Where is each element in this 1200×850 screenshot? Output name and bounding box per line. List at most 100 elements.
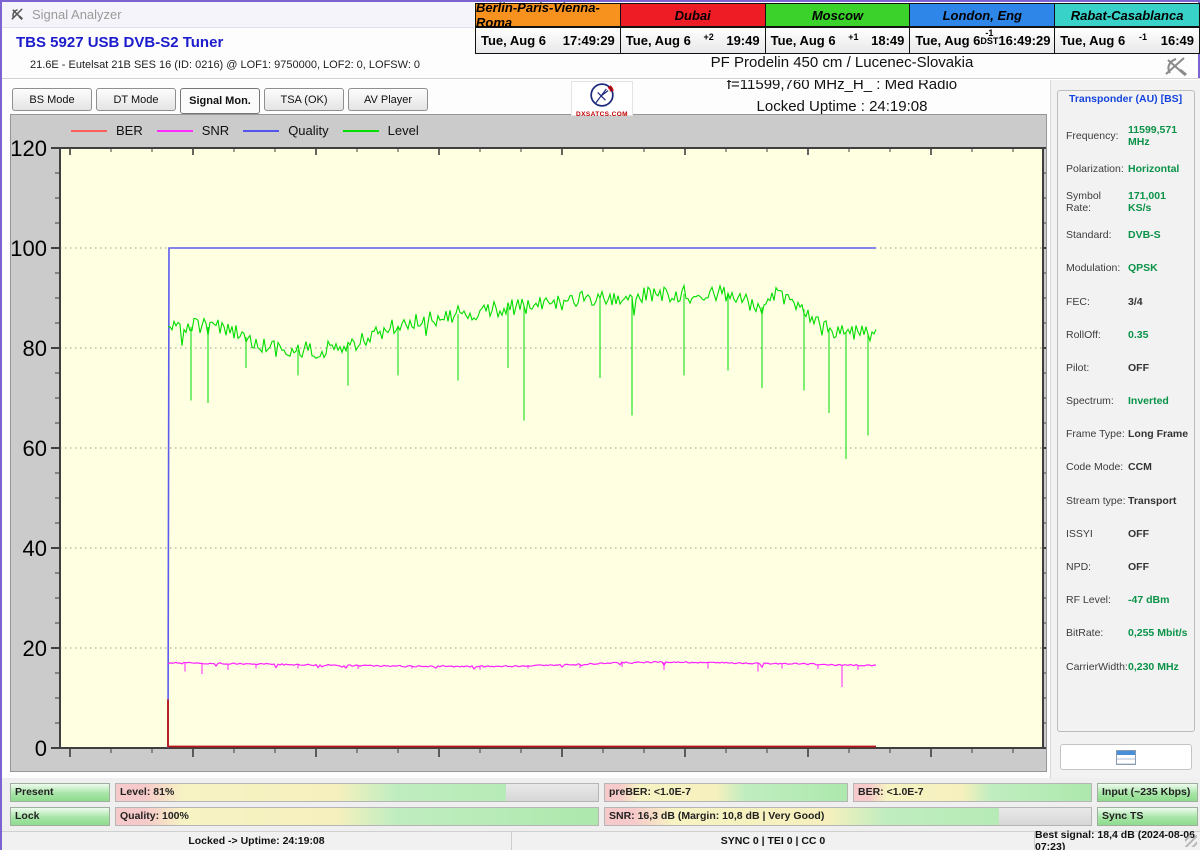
- title-bar: Signal Analyzer: [2, 2, 474, 28]
- tab-dt-mode[interactable]: DT Mode: [96, 88, 176, 111]
- clock-date: Tue, Aug 6: [1060, 33, 1125, 48]
- field-label: Modulation:: [1066, 262, 1128, 274]
- field-label: Frame Type:: [1066, 428, 1128, 440]
- field-label: Spectrum:: [1066, 395, 1128, 407]
- transponder-row-spectrum-: Spectrum:Inverted: [1066, 385, 1190, 418]
- statusbar-best-signal: Best signal: 18,4 dB (2024-08-06 07:23): [1035, 832, 1200, 850]
- transponder-row-pilot-: Pilot:OFF: [1066, 351, 1190, 384]
- field-value: 171,001 KS/s: [1128, 190, 1190, 214]
- world-clocks: Berlin-Paris-Vienna-RomaTue, Aug 617:49:…: [476, 3, 1200, 54]
- svg-text:60: 60: [23, 436, 47, 461]
- transponder-row-carrierwidth-: CarrierWidth:0,230 MHz: [1066, 650, 1190, 683]
- clock-date: Tue, Aug 6: [481, 33, 546, 48]
- clock-moscow: MoscowTue, Aug 6+118:49: [765, 3, 911, 54]
- clock-time: 16:49: [1161, 33, 1194, 48]
- field-label: RollOff:: [1066, 329, 1128, 341]
- clock-rabat-casablanca: Rabat-CasablancaTue, Aug 6-116:49: [1054, 3, 1200, 54]
- transponder-rows: Frequency:11599,571 MHzPolarization:Hori…: [1066, 119, 1190, 683]
- statusbar-sync-counters: SYNC 0 | TEI 0 | CC 0: [512, 832, 1035, 850]
- clock-time: 18:49: [871, 33, 904, 48]
- clock-date: Tue, Aug 6: [771, 33, 836, 48]
- tuner-name: TBS 5927 USB DVB-S2 Tuner: [16, 34, 223, 51]
- transponder-row-modulation-: Modulation:QPSK: [1066, 252, 1190, 285]
- field-value: OFF: [1128, 528, 1149, 540]
- field-label: Polarization:: [1066, 163, 1128, 175]
- transponder-row-symbol-rate-: Symbol Rate:171,001 KS/s: [1066, 185, 1190, 218]
- field-value: 0,255 Mbit/s: [1128, 627, 1188, 639]
- field-label: NPD:: [1066, 561, 1128, 573]
- clock-date: Tue, Aug 6: [915, 33, 980, 48]
- indicator-lock: Lock: [10, 807, 110, 826]
- site-line-antenna: PF Prodelin 450 cm / Lucenec-Slovakia: [562, 52, 1122, 74]
- tab-signal-mon-[interactable]: Signal Mon.: [180, 88, 260, 114]
- field-label: BitRate:: [1066, 627, 1128, 639]
- svg-text:80: 80: [23, 336, 47, 361]
- transponder-title: Transponder (AU) [BS]: [1066, 93, 1185, 105]
- chart-legend: BERSNRQualityLevel: [71, 123, 419, 138]
- field-label: Standard:: [1066, 229, 1128, 241]
- clock-time-row: Tue, Aug 6+118:49: [766, 28, 910, 53]
- header-divider: [2, 78, 1200, 80]
- field-label: CarrierWidth:: [1066, 661, 1128, 673]
- clock-city-label: London, Eng: [910, 4, 1054, 28]
- field-value: Inverted: [1128, 395, 1169, 407]
- legend-swatch-snr: [157, 130, 193, 132]
- status-meters: PresentLevel: 81%preBER: <1.0E-7BER: <1.…: [2, 778, 1200, 831]
- field-label: Pilot:: [1066, 362, 1128, 374]
- field-label: Stream type:: [1066, 495, 1128, 507]
- tab-tsa-ok-[interactable]: TSA (OK): [264, 88, 344, 111]
- meter-preber: preBER: <1.0E-7: [604, 783, 848, 802]
- field-value: Long Frame: [1128, 428, 1188, 440]
- field-label: RF Level:: [1066, 594, 1128, 606]
- tab-bs-mode[interactable]: BS Mode: [12, 88, 92, 111]
- field-value: DVB-S: [1128, 229, 1161, 241]
- meter-label: Level: 81%: [120, 786, 174, 798]
- meter-label: preBER: <1.0E-7: [609, 786, 691, 798]
- meter-snr: SNR: 16,3 dB (Margin: 10,8 dB | Very Goo…: [604, 807, 1092, 826]
- legend-label: BER: [116, 123, 143, 138]
- clock-berlin-paris-vienna-roma: Berlin-Paris-Vienna-RomaTue, Aug 617:49:…: [475, 3, 621, 54]
- meter-unfilled: [999, 808, 1091, 825]
- transponder-row-code-mode-: Code Mode:CCM: [1066, 451, 1190, 484]
- clock-city-label: Moscow: [766, 4, 910, 28]
- statusbar-lock-uptime: Locked -> Uptime: 24:19:08: [2, 832, 512, 850]
- meter-label: Quality: 100%: [120, 810, 189, 822]
- transponder-row-bitrate-: BitRate:0,255 Mbit/s: [1066, 617, 1190, 650]
- field-value: CCM: [1128, 461, 1152, 473]
- stream-list-button[interactable]: [1060, 744, 1192, 770]
- legend-label: SNR: [202, 123, 229, 138]
- field-value: -47 dBm: [1128, 594, 1169, 606]
- list-window-icon: [1116, 750, 1136, 765]
- signal-chart-box: BERSNRQualityLevel 020406080100120: [10, 114, 1047, 772]
- indicator-sync-ts: Sync TS: [1097, 807, 1198, 826]
- dxsatcs-logo-icon: [589, 82, 615, 108]
- transponder-row-rolloff-: RollOff:0.35: [1066, 318, 1190, 351]
- field-value: OFF: [1128, 362, 1149, 374]
- legend-label: Quality: [288, 123, 328, 138]
- legend-item-ber: BER: [71, 123, 143, 138]
- meter-label: SNR: 16,3 dB (Margin: 10,8 dB | Very Goo…: [609, 810, 824, 822]
- signal-analyzer-window: Signal Analyzer Berlin-Paris-Vienna-Roma…: [0, 0, 1200, 850]
- signal-chart: 020406080100120: [11, 115, 1046, 771]
- field-value: Transport: [1128, 495, 1176, 507]
- clock-time-row: Tue, Aug 6-1DST16:49:29: [910, 28, 1054, 53]
- clock-date: Tue, Aug 6: [626, 33, 691, 48]
- meter-unfilled: [506, 784, 598, 801]
- meter-row-2: Lock Quality: 100% SNR: 16,3 dB (Margin: 1…: [10, 807, 1198, 826]
- status-bar: Locked -> Uptime: 24:19:08 SYNC 0 | TEI …: [2, 831, 1200, 850]
- field-value: 3/4: [1128, 296, 1143, 308]
- field-value: QPSK: [1128, 262, 1158, 274]
- resize-grip[interactable]: [1185, 835, 1197, 847]
- meter-row-1: PresentLevel: 81%preBER: <1.0E-7BER: <1.…: [10, 783, 1198, 802]
- clock-time-row: Tue, Aug 6-116:49: [1055, 28, 1199, 53]
- svg-text:100: 100: [11, 236, 47, 261]
- field-label: Code Mode:: [1066, 461, 1128, 473]
- clock-utc-offset: +2: [691, 33, 727, 41]
- dxsatcs-logo-text: DXSATCS.COM: [572, 111, 632, 118]
- transponder-row-fec-: FEC:3/4: [1066, 285, 1190, 318]
- indicator-present: Present: [10, 783, 110, 802]
- clock-city-label: Berlin-Paris-Vienna-Roma: [476, 4, 620, 28]
- tab-av-player[interactable]: AV Player: [348, 88, 428, 111]
- dxsatcs-logo: DXSATCS.COM: [571, 81, 633, 116]
- clock-dubai: DubaiTue, Aug 6+219:49: [620, 3, 766, 54]
